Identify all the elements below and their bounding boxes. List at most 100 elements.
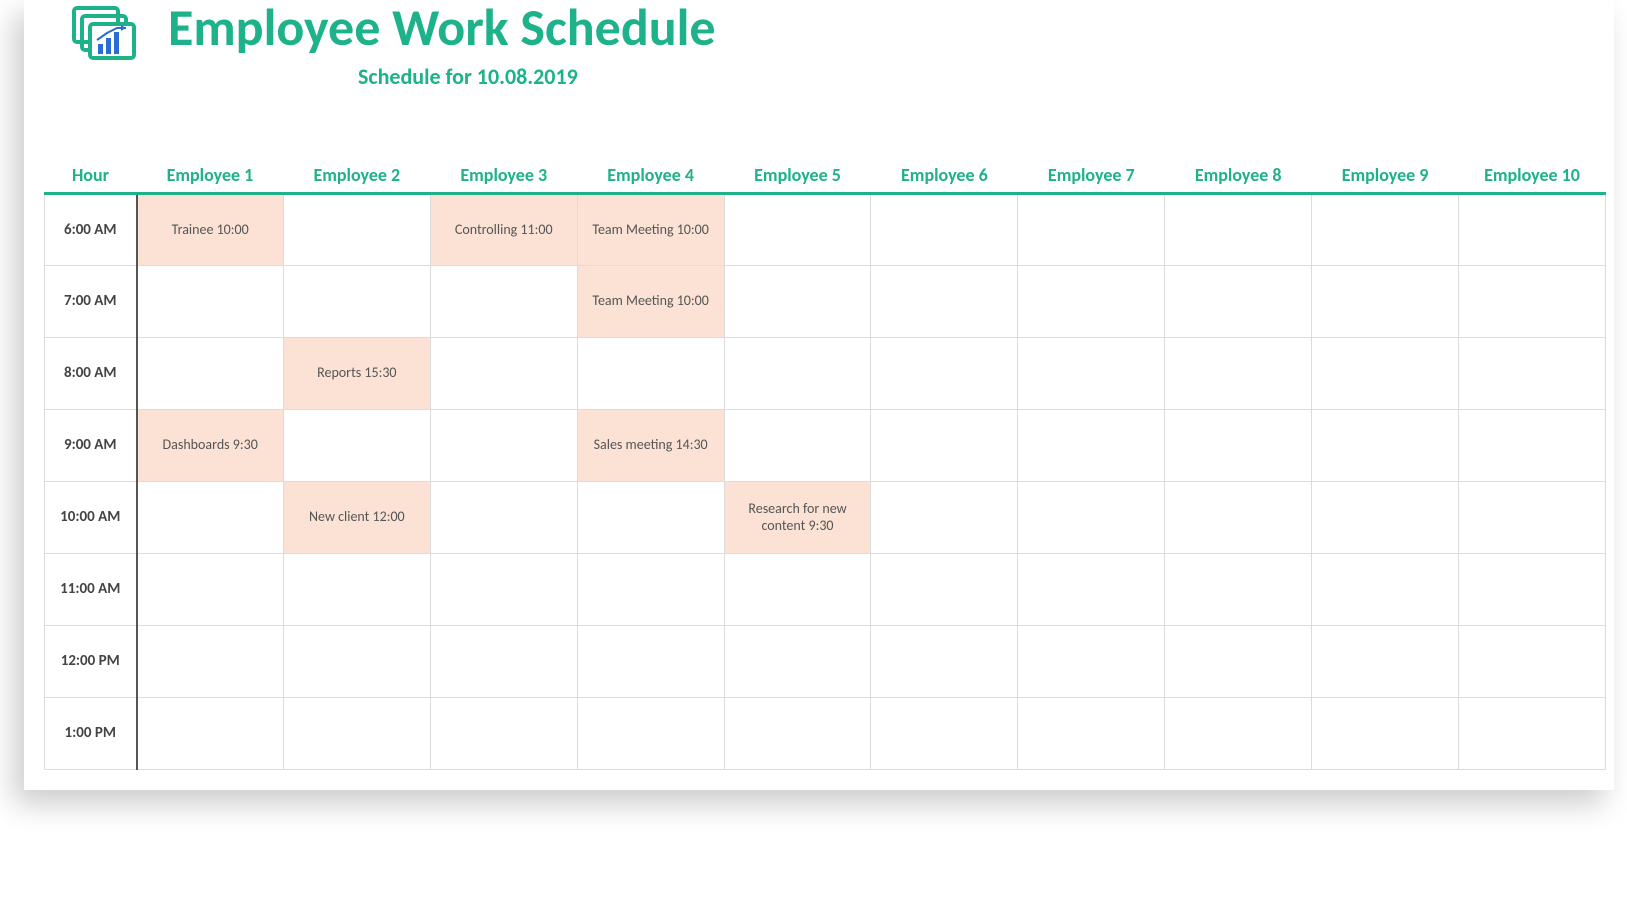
- schedule-cell[interactable]: [577, 337, 724, 409]
- schedule-cell[interactable]: [137, 697, 284, 769]
- schedule-cell[interactable]: [283, 553, 430, 625]
- schedule-cell[interactable]: [577, 697, 724, 769]
- schedule-cell[interactable]: Team Meeting 10:00: [577, 193, 724, 265]
- schedule-cell[interactable]: [724, 265, 871, 337]
- schedule-cell[interactable]: [577, 553, 724, 625]
- schedule-cell[interactable]: [1312, 193, 1459, 265]
- schedule-cell[interactable]: [1459, 337, 1606, 409]
- schedule-cell[interactable]: [283, 409, 430, 481]
- schedule-cell[interactable]: [1459, 553, 1606, 625]
- schedule-cell[interactable]: [430, 625, 577, 697]
- schedule-cell[interactable]: [724, 337, 871, 409]
- schedule-cell[interactable]: [137, 553, 284, 625]
- schedule-cell[interactable]: [724, 553, 871, 625]
- schedule-cell[interactable]: [137, 265, 284, 337]
- schedule-cell[interactable]: [1018, 265, 1165, 337]
- schedule-cell[interactable]: [430, 409, 577, 481]
- schedule-cell[interactable]: [1165, 697, 1312, 769]
- schedule-cell[interactable]: [430, 337, 577, 409]
- schedule-cell[interactable]: [1165, 553, 1312, 625]
- schedule-cell[interactable]: [1165, 193, 1312, 265]
- schedule-cell[interactable]: [283, 193, 430, 265]
- schedule-cell[interactable]: [871, 481, 1018, 553]
- schedule-cell[interactable]: [871, 337, 1018, 409]
- schedule-cell[interactable]: [1312, 481, 1459, 553]
- schedule-cell[interactable]: Sales meeting 14:30: [577, 409, 724, 481]
- schedule-cell[interactable]: [1018, 625, 1165, 697]
- col-employee-6: Employee 6: [871, 160, 1018, 194]
- schedule-cell[interactable]: Dashboards 9:30: [137, 409, 284, 481]
- schedule-cell[interactable]: [1459, 409, 1606, 481]
- schedule-cell[interactable]: [430, 553, 577, 625]
- schedule-cell[interactable]: [1312, 409, 1459, 481]
- col-employee-10: Employee 10: [1459, 160, 1606, 194]
- schedule-cell[interactable]: [724, 697, 871, 769]
- schedule-cell[interactable]: [1459, 625, 1606, 697]
- schedule-cell[interactable]: [1459, 481, 1606, 553]
- schedule-cell[interactable]: [1459, 193, 1606, 265]
- schedule-cell[interactable]: [871, 409, 1018, 481]
- schedule-cell[interactable]: [1312, 265, 1459, 337]
- schedule-cell[interactable]: [1165, 481, 1312, 553]
- table-row: 6:00 AM Trainee 10:00 Controlling 11:00 …: [45, 193, 1606, 265]
- schedule-cell[interactable]: [871, 553, 1018, 625]
- schedule-cell[interactable]: [1165, 265, 1312, 337]
- schedule-cell[interactable]: [724, 409, 871, 481]
- schedule-cell[interactable]: [1165, 337, 1312, 409]
- schedule-cell[interactable]: [724, 193, 871, 265]
- schedule-cell[interactable]: [871, 193, 1018, 265]
- schedule-cell[interactable]: [430, 697, 577, 769]
- schedule-cell[interactable]: [1018, 409, 1165, 481]
- schedule-cell[interactable]: [430, 481, 577, 553]
- schedule-cell[interactable]: [1312, 625, 1459, 697]
- schedule-cell[interactable]: [1312, 553, 1459, 625]
- hour-label: 9:00 AM: [45, 409, 137, 481]
- schedule-cell[interactable]: [283, 625, 430, 697]
- schedule-cell[interactable]: [1459, 265, 1606, 337]
- table-row: 12:00 PM: [45, 625, 1606, 697]
- entry-text: New client 12:00: [284, 482, 430, 553]
- schedule-table: Hour Employee 1 Employee 2 Employee 3 Em…: [44, 160, 1606, 770]
- table-row: 9:00 AM Dashboards 9:30 Sales meeting 14…: [45, 409, 1606, 481]
- schedule-cell[interactable]: [137, 337, 284, 409]
- schedule-cell[interactable]: Team Meeting 10:00: [577, 265, 724, 337]
- schedule-cell[interactable]: Reports 15:30: [283, 337, 430, 409]
- schedule-cell[interactable]: Trainee 10:00: [137, 193, 284, 265]
- schedule-cell[interactable]: [871, 697, 1018, 769]
- schedule-cell[interactable]: [1018, 481, 1165, 553]
- schedule-cell[interactable]: [137, 481, 284, 553]
- hour-label: 11:00 AM: [45, 553, 137, 625]
- schedule-cell[interactable]: [1459, 697, 1606, 769]
- schedule-cell[interactable]: New client 12:00: [283, 481, 430, 553]
- schedule-cell[interactable]: [724, 625, 871, 697]
- schedule-cell[interactable]: [577, 625, 724, 697]
- schedule-cell[interactable]: [1312, 697, 1459, 769]
- entry-text: Sales meeting 14:30: [578, 410, 724, 481]
- entry-text: Dashboards 9:30: [138, 410, 283, 481]
- hour-label: 10:00 AM: [45, 481, 137, 553]
- col-employee-7: Employee 7: [1018, 160, 1165, 194]
- hour-label: 8:00 AM: [45, 337, 137, 409]
- schedule-cell[interactable]: [283, 697, 430, 769]
- schedule-cell[interactable]: Research for new content 9:30: [724, 481, 871, 553]
- col-employee-9: Employee 9: [1312, 160, 1459, 194]
- schedule-cell[interactable]: [1018, 193, 1165, 265]
- schedule-cell[interactable]: [137, 625, 284, 697]
- schedule-cell[interactable]: [1165, 625, 1312, 697]
- col-employee-4: Employee 4: [577, 160, 724, 194]
- entry-text: Controlling 11:00: [431, 195, 577, 265]
- schedule-cell[interactable]: [1018, 553, 1165, 625]
- header: Employee Work Schedule Schedule for 10.0…: [24, 0, 1614, 90]
- schedule-cell[interactable]: [871, 625, 1018, 697]
- schedule-cell[interactable]: [1312, 337, 1459, 409]
- schedule-cell[interactable]: [430, 265, 577, 337]
- schedule-cell[interactable]: [577, 481, 724, 553]
- schedule-cell[interactable]: [1165, 409, 1312, 481]
- schedule-cell[interactable]: [871, 265, 1018, 337]
- entry-text: Team Meeting 10:00: [578, 266, 724, 337]
- schedule-cell[interactable]: Controlling 11:00: [430, 193, 577, 265]
- schedule-cell[interactable]: [1018, 337, 1165, 409]
- table-row: 8:00 AM Reports 15:30: [45, 337, 1606, 409]
- schedule-cell[interactable]: [1018, 697, 1165, 769]
- schedule-cell[interactable]: [283, 265, 430, 337]
